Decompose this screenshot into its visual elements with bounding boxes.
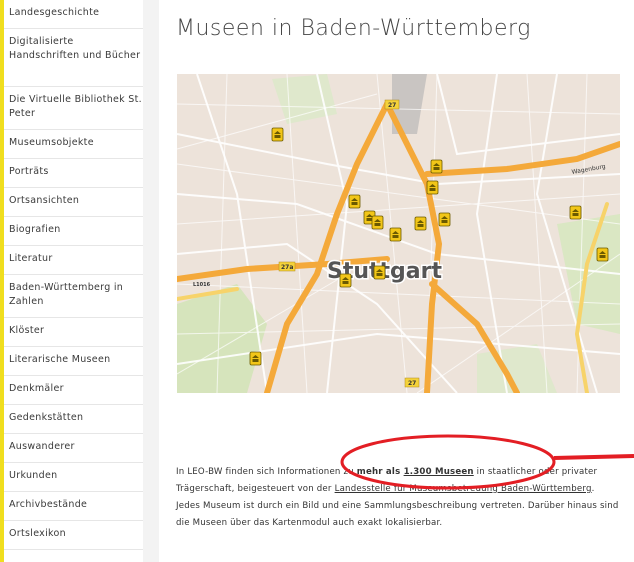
intro-bold-mehr-als: mehr als [356, 466, 404, 477]
road-shield-27-south: 27 [408, 380, 416, 387]
sidebar-item-gedenkstaetten[interactable]: Gedenkstätten [4, 405, 143, 434]
sidebar-item-ortsansichten[interactable]: Ortsansichten [4, 188, 143, 217]
intro-paragraph: In LEO-BW finden sich Informationen zu m… [176, 464, 621, 533]
museum-marker-icon[interactable] [414, 216, 427, 231]
map-canvas[interactable]: 27 27a 27 L1016 Wagenburg Stuttgart [177, 74, 620, 393]
sidebar-item-bw-in-zahlen[interactable]: Baden-Württemberg in Zahlen [4, 275, 143, 318]
museum-marker-icon[interactable] [430, 159, 443, 174]
museum-marker-icon[interactable] [596, 247, 609, 262]
sidebar-item-landesgeschichte[interactable]: Landesgeschichte [4, 0, 143, 29]
museum-marker-icon[interactable] [339, 273, 352, 288]
sidebar-item-handschriften[interactable]: Digitalisierte Handschriften und Bücher [4, 29, 143, 87]
sidebar-item-ortslexikon[interactable]: Ortslexikon [4, 521, 143, 550]
sidebar-item-urkunden[interactable]: Urkunden [4, 463, 143, 492]
sidebar-item-bibliothek-st-peter[interactable]: Die Virtuelle Bibliothek St. Peter [4, 87, 143, 130]
museum-marker-icon[interactable] [249, 351, 262, 366]
road-shield-27-north: 27 [388, 102, 396, 109]
museum-marker-icon[interactable] [371, 215, 384, 230]
museum-marker-icon[interactable] [373, 265, 386, 280]
main-content: Museen in Baden-Württemberg 27 27a 27 L1… [159, 0, 634, 562]
museum-map[interactable]: 27 27a 27 L1016 Wagenburg Stuttgart [177, 74, 620, 393]
museum-marker-icon[interactable] [348, 194, 361, 209]
museum-marker-icon[interactable] [438, 212, 451, 227]
intro-text-1: In LEO-BW finden sich Informationen zu [176, 466, 357, 477]
road-shield-27a: 27a [281, 264, 293, 271]
sidebar-item-auswanderer[interactable]: Auswanderer [4, 434, 143, 463]
museum-marker-icon[interactable] [426, 180, 439, 195]
museum-marker-icon[interactable] [271, 127, 284, 142]
museum-count-link[interactable]: 1.300 Museen [404, 467, 474, 477]
museum-marker-icon[interactable] [389, 227, 402, 242]
sidebar-item-museumsobjekte[interactable]: Museumsobjekte [4, 130, 143, 159]
page-title: Museen in Baden-Württemberg [176, 16, 531, 41]
sidebar-item-kloester[interactable]: Klöster [4, 318, 143, 347]
sidebar-item-archivbestaende[interactable]: Archivbestände [4, 492, 143, 521]
sidebar-item-literatur[interactable]: Literatur [4, 246, 143, 275]
sidebar-item-portraets[interactable]: Porträts [4, 159, 143, 188]
museum-marker-icon[interactable] [569, 205, 582, 220]
sidebar-item-biografien[interactable]: Biografien [4, 217, 143, 246]
sidebar: Landesgeschichte Digitalisierte Handschr… [0, 0, 143, 562]
sidebar-item-literarische-museen[interactable]: Literarische Museen [4, 347, 143, 376]
sidebar-item-denkmaeler[interactable]: Denkmäler [4, 376, 143, 405]
road-label-l1016: L1016 [193, 282, 211, 288]
landesstelle-link[interactable]: Landesstelle für Museumsbetreuung Baden-… [335, 484, 592, 494]
